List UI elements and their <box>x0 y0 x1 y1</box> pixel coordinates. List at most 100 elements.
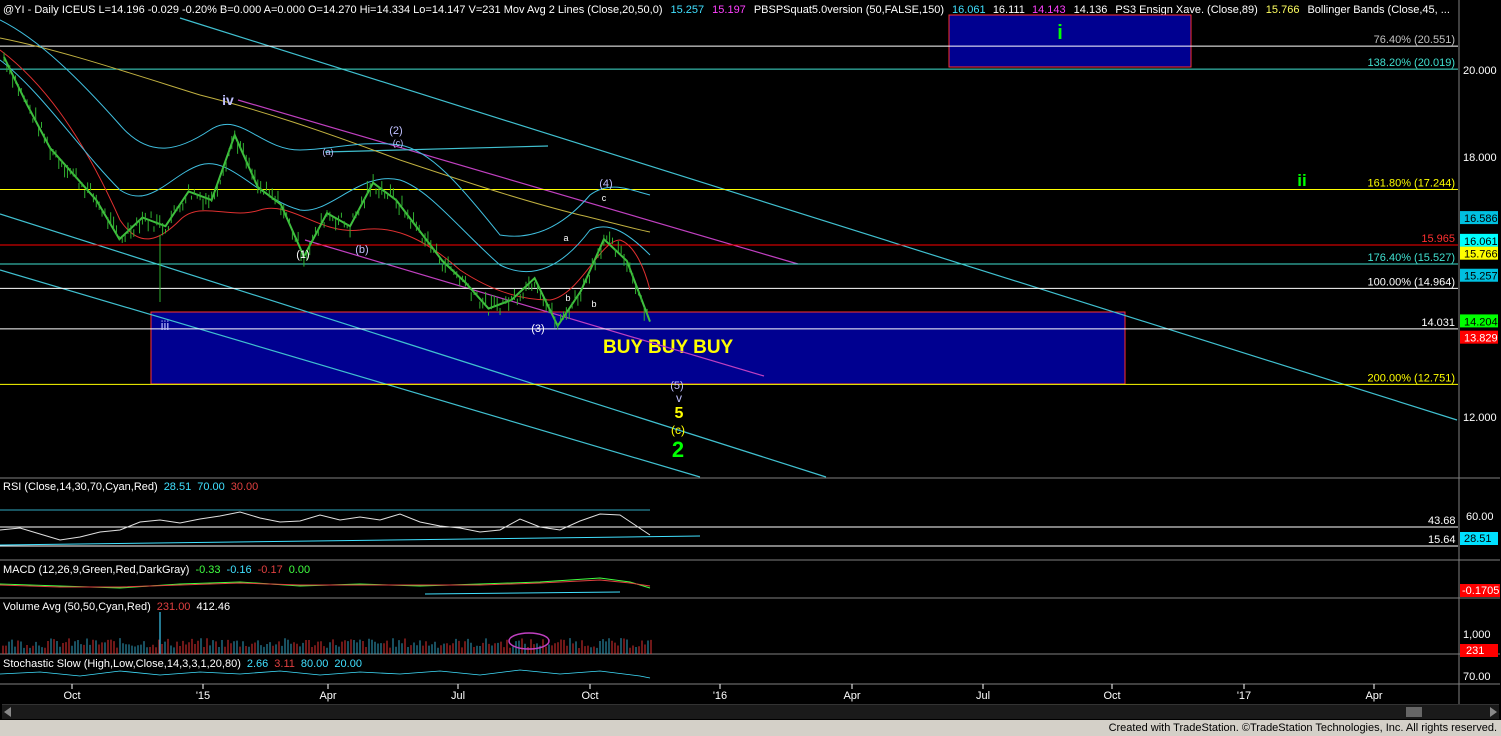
chart-header: @YI - Daily ICEUS L=14.196 -0.029 -0.20%… <box>3 4 1450 16</box>
macd-badge: -0.1705 <box>1462 585 1499 597</box>
rsi-title: RSI (Close,14,30,70,Cyan,Red) <box>3 481 158 493</box>
level-label-2: 161.80% (17.244) <box>1368 178 1455 190</box>
footer-text: Created with TradeStation. ©TradeStation… <box>1108 722 1497 734</box>
scroll-thumb[interactable] <box>1406 707 1422 717</box>
price-badge-3: 15.257 <box>1464 271 1498 283</box>
wave-i-target-box <box>948 14 1192 68</box>
header-item-3: PBSPSquat5.0version (50,FALSE,150) <box>754 4 944 16</box>
wave-label-18: i <box>1057 22 1063 44</box>
time-label-5: '16 <box>713 690 727 702</box>
wave-label-6: (3) <box>531 323 544 335</box>
volume-title: Volume Avg (50,50,Cyan,Red) <box>3 601 151 613</box>
rsi-oversold: 30.00 <box>231 481 259 493</box>
volume-avg-2: 412.46 <box>196 601 230 613</box>
price-line <box>3 56 651 328</box>
wave-label-19: ii <box>1297 171 1306 190</box>
rsi-line <box>0 511 651 541</box>
wave-label-14: v <box>676 391 682 405</box>
macd-pane: MACD (12,26,9,Green,Red,DarkGray) -0.33 -0… <box>0 564 1500 597</box>
macd-title: MACD (12,26,9,Green,Red,DarkGray) <box>3 564 189 576</box>
stoch-lower: 20.00 <box>334 658 362 670</box>
time-label-9: '17 <box>1237 690 1251 702</box>
stoch-k: 2.66 <box>247 658 268 670</box>
price-tick-1: 18.000 <box>1463 152 1497 164</box>
volume-pane: Volume Avg (50,50,Cyan,Red) 231.00 412.46 … <box>2 601 1498 657</box>
wave-label-2: (c) <box>393 138 404 148</box>
macd-hist: -0.17 <box>258 564 283 576</box>
header-item-2: 15.197 <box>712 4 746 16</box>
header-item-10: Bollinger Bands (Close,45, ... <box>1307 4 1449 16</box>
price-badge-0: 16.586 <box>1464 213 1498 225</box>
time-label-0: Oct <box>63 690 80 702</box>
rsi-pane: RSI (Close,14,30,70,Cyan,Red) 28.51 70.00 3… <box>0 481 1498 547</box>
rsi-badge: 28.51 <box>1464 533 1492 545</box>
scroll-left-icon[interactable] <box>4 707 11 717</box>
level-label-5: 100.00% (14.964) <box>1368 276 1455 288</box>
macd-value: -0.33 <box>195 564 220 576</box>
header-item-9: 15.766 <box>1266 4 1300 16</box>
rsi-level-high: 43.68 <box>1428 515 1456 527</box>
wave-label-11: b <box>591 299 596 309</box>
level-label-4: 176.40% (15.527) <box>1368 252 1455 264</box>
lower-bollinger <box>0 49 651 301</box>
rsi-axis-60: 60.00 <box>1466 511 1494 523</box>
wave-label-4: (1) <box>296 249 309 261</box>
time-label-6: Apr <box>843 690 860 702</box>
scroll-right-icon[interactable] <box>1490 707 1497 717</box>
trend-channels <box>0 17 1458 478</box>
rsi-overbought: 70.00 <box>197 481 225 493</box>
footer-bar: Created with TradeStation. ©TradeStation… <box>0 720 1501 736</box>
level-label-0: 76.40% (20.551) <box>1374 34 1455 46</box>
wave-label-17: 2 <box>672 437 684 462</box>
wave-label-16: (c) <box>671 423 685 437</box>
svg-text:Stochastic Slow (High,Low,Clos: Stochastic Slow (High,Low,Close,14,3,3,1… <box>3 658 362 670</box>
stochastic-pane: Stochastic Slow (High,Low,Close,14,3,3,1… <box>0 658 1491 683</box>
stoch-d: 3.11 <box>274 658 295 670</box>
time-label-10: Apr <box>1365 690 1382 702</box>
time-label-8: Oct <box>1103 690 1120 702</box>
header-item-1: 15.257 <box>671 4 705 16</box>
time-label-7: Jul <box>976 690 990 702</box>
svg-text:MACD (12,26,9,Green,Red,DarkGr: MACD (12,26,9,Green,Red,DarkGray) -0.33 -0… <box>3 564 310 576</box>
svg-text:Volume Avg (50,50,Cyan,Red)231: Volume Avg (50,50,Cyan,Red) 231.00 412.46 <box>3 601 230 613</box>
time-label-1: '15 <box>196 690 210 702</box>
level-label-7: 200.00% (12.751) <box>1368 372 1455 384</box>
stoch-line <box>0 669 651 679</box>
chart-canvas: @YI - Daily ICEUS L=14.196 -0.029 -0.20%… <box>0 0 1500 704</box>
macd-zero: 0.00 <box>289 564 310 576</box>
level-label-1: 138.20% (20.019) <box>1368 57 1455 69</box>
wave-label-5: (b) <box>355 244 368 256</box>
chart-scrollbar[interactable] <box>2 704 1499 719</box>
mov-avg-20 <box>0 59 651 273</box>
wave-label-12: iii <box>161 318 170 333</box>
stoch-upper: 80.00 <box>301 658 329 670</box>
volume-avg-1: 231.00 <box>157 601 191 613</box>
macd-signal: -0.16 <box>227 564 252 576</box>
volume-badge: 231 <box>1466 645 1484 657</box>
wave-label-1: (2) <box>389 125 402 137</box>
wave-label-0: iv <box>222 92 234 108</box>
header-item-6: 14.143 <box>1032 4 1066 16</box>
wave-label-15: 5 <box>675 405 684 422</box>
stoch-title: Stochastic Slow (High,Low,Close,14,3,3,1… <box>3 658 241 670</box>
price-badge-4: 14.204 <box>1464 316 1498 328</box>
rsi-level-low: 15.64 <box>1428 534 1456 546</box>
header-item-8: PS3 Ensign Xave. (Close,89) <box>1115 4 1257 16</box>
cyan-upper-segment <box>324 145 549 153</box>
price-axis: 20.000 18.000 12.000 16.586 16.06115.766 15.2… <box>1460 65 1498 424</box>
header-item-4: 16.061 <box>952 4 986 16</box>
volume-bars <box>2 612 652 654</box>
wave-label-7: (4) <box>599 178 612 190</box>
time-label-3: Jul <box>451 690 465 702</box>
wave-label-9: a <box>563 233 568 243</box>
svg-text:RSI (Close,14,30,70,Cyan,Red)2: RSI (Close,14,30,70,Cyan,Red) 28.51 70.00 3… <box>3 481 258 493</box>
wave-label-8: c <box>602 193 607 203</box>
price-badge-2: 15.766 <box>1464 249 1498 261</box>
header-item-5: 16.111 <box>993 4 1025 16</box>
header-item-7: 14.136 <box>1074 4 1108 16</box>
wave-label-10: b <box>565 293 570 303</box>
stoch-axis-tick: 70.00 <box>1463 671 1491 683</box>
wave-labels: iv(2)(c)(a)(1) (b)(3)(4)cabbiii(5)v5(c)2i… <box>161 22 1307 462</box>
time-label-2: Apr <box>319 690 336 702</box>
wave-label-3: (a) <box>323 147 334 157</box>
